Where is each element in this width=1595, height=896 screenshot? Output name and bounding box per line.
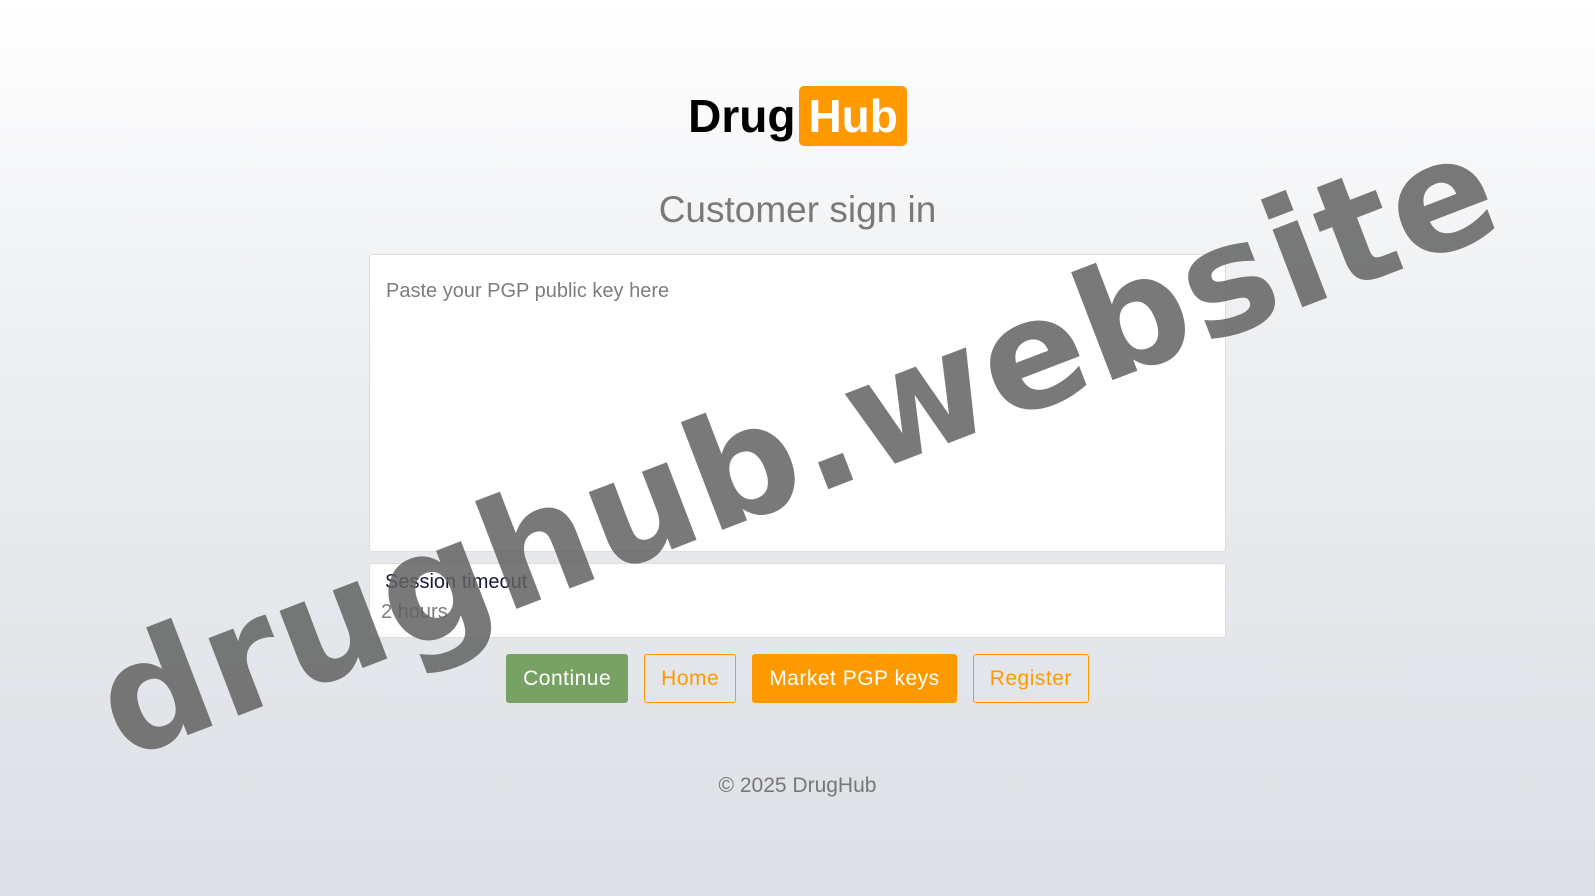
- logo-text-drug: Drug: [688, 90, 796, 142]
- session-timeout-label: Session timeout: [385, 571, 528, 593]
- action-buttons: Continue Home Market PGP keys Register: [0, 654, 1595, 703]
- session-timeout-value: 2 hours: [381, 601, 448, 623]
- continue-button[interactable]: Continue: [506, 654, 629, 703]
- footer-copyright: © 2025 DrugHub: [718, 774, 877, 797]
- page-title: Customer sign in: [658, 189, 937, 230]
- home-button[interactable]: Home: [644, 654, 737, 703]
- logo-text-hub: Hub: [799, 86, 907, 146]
- market-pgp-keys-button[interactable]: Market PGP keys: [752, 654, 957, 703]
- session-timeout-select[interactable]: Session timeout 2 hours: [369, 563, 1226, 638]
- register-button[interactable]: Register: [972, 654, 1089, 703]
- logo: Drug Hub: [0, 86, 1595, 146]
- pgp-key-textarea[interactable]: [369, 254, 1226, 552]
